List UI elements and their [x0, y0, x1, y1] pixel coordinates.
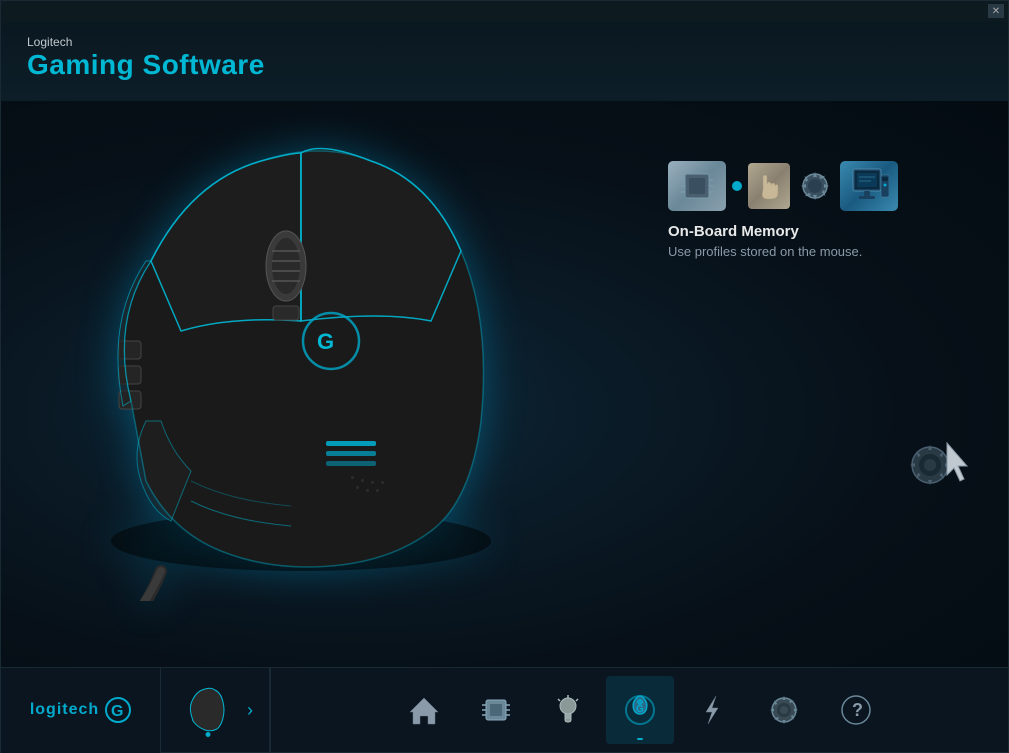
svg-text:?: ?	[852, 700, 863, 720]
chevron-right-icon[interactable]: ›	[247, 700, 253, 721]
header: Logitech Gaming Software	[1, 21, 1008, 101]
device-thumb	[177, 679, 239, 741]
nav-help-button[interactable]: ?	[822, 676, 890, 744]
logo-text: logitech	[30, 701, 99, 719]
brand-label: Logitech	[27, 35, 982, 49]
bottom-bar: logitech G ›	[1, 667, 1008, 752]
device-selector[interactable]: ›	[161, 668, 270, 753]
svg-text:G: G	[317, 329, 334, 354]
close-button[interactable]: ✕	[988, 4, 1004, 18]
svg-text:G: G	[111, 703, 123, 720]
chip-icon	[668, 161, 726, 211]
main-content: G	[1, 101, 1008, 667]
svg-text:G: G	[636, 704, 644, 715]
hand-icon	[748, 163, 790, 209]
mouse-visual: G	[31, 121, 611, 611]
nav-memory-button[interactable]	[462, 676, 530, 744]
logitech-logo-area: logitech G	[1, 668, 161, 753]
nav-settings-button[interactable]	[750, 676, 818, 744]
main-window: ✕ Logitech Gaming Software	[0, 0, 1009, 753]
gear-settings-icon	[796, 167, 834, 205]
onboard-memory-section[interactable]: On-Board Memory Use profiles stored on t…	[668, 161, 948, 259]
titlebar: ✕	[1, 1, 1008, 21]
device-dot-active	[206, 732, 211, 737]
pointer-settings-icon[interactable]	[898, 419, 978, 499]
nav-lighting-button[interactable]	[534, 676, 602, 744]
pc-icon	[840, 161, 898, 211]
onboard-memory-title: On-Board Memory	[668, 223, 799, 240]
app-title: Gaming Software	[27, 49, 982, 81]
nav-onboard-button[interactable]: G	[606, 676, 674, 744]
onboard-memory-desc: Use profiles stored on the mouse.	[668, 244, 862, 259]
memory-icons	[668, 161, 898, 211]
nav-assignments-button[interactable]	[678, 676, 746, 744]
dot-connector	[732, 181, 742, 191]
logitech-g-logo: G	[105, 697, 131, 723]
nav-icons: G	[271, 676, 1008, 744]
right-panel: On-Board Memory Use profiles stored on t…	[668, 161, 948, 319]
active-indicator	[637, 738, 643, 740]
nav-home-button[interactable]	[390, 676, 458, 744]
